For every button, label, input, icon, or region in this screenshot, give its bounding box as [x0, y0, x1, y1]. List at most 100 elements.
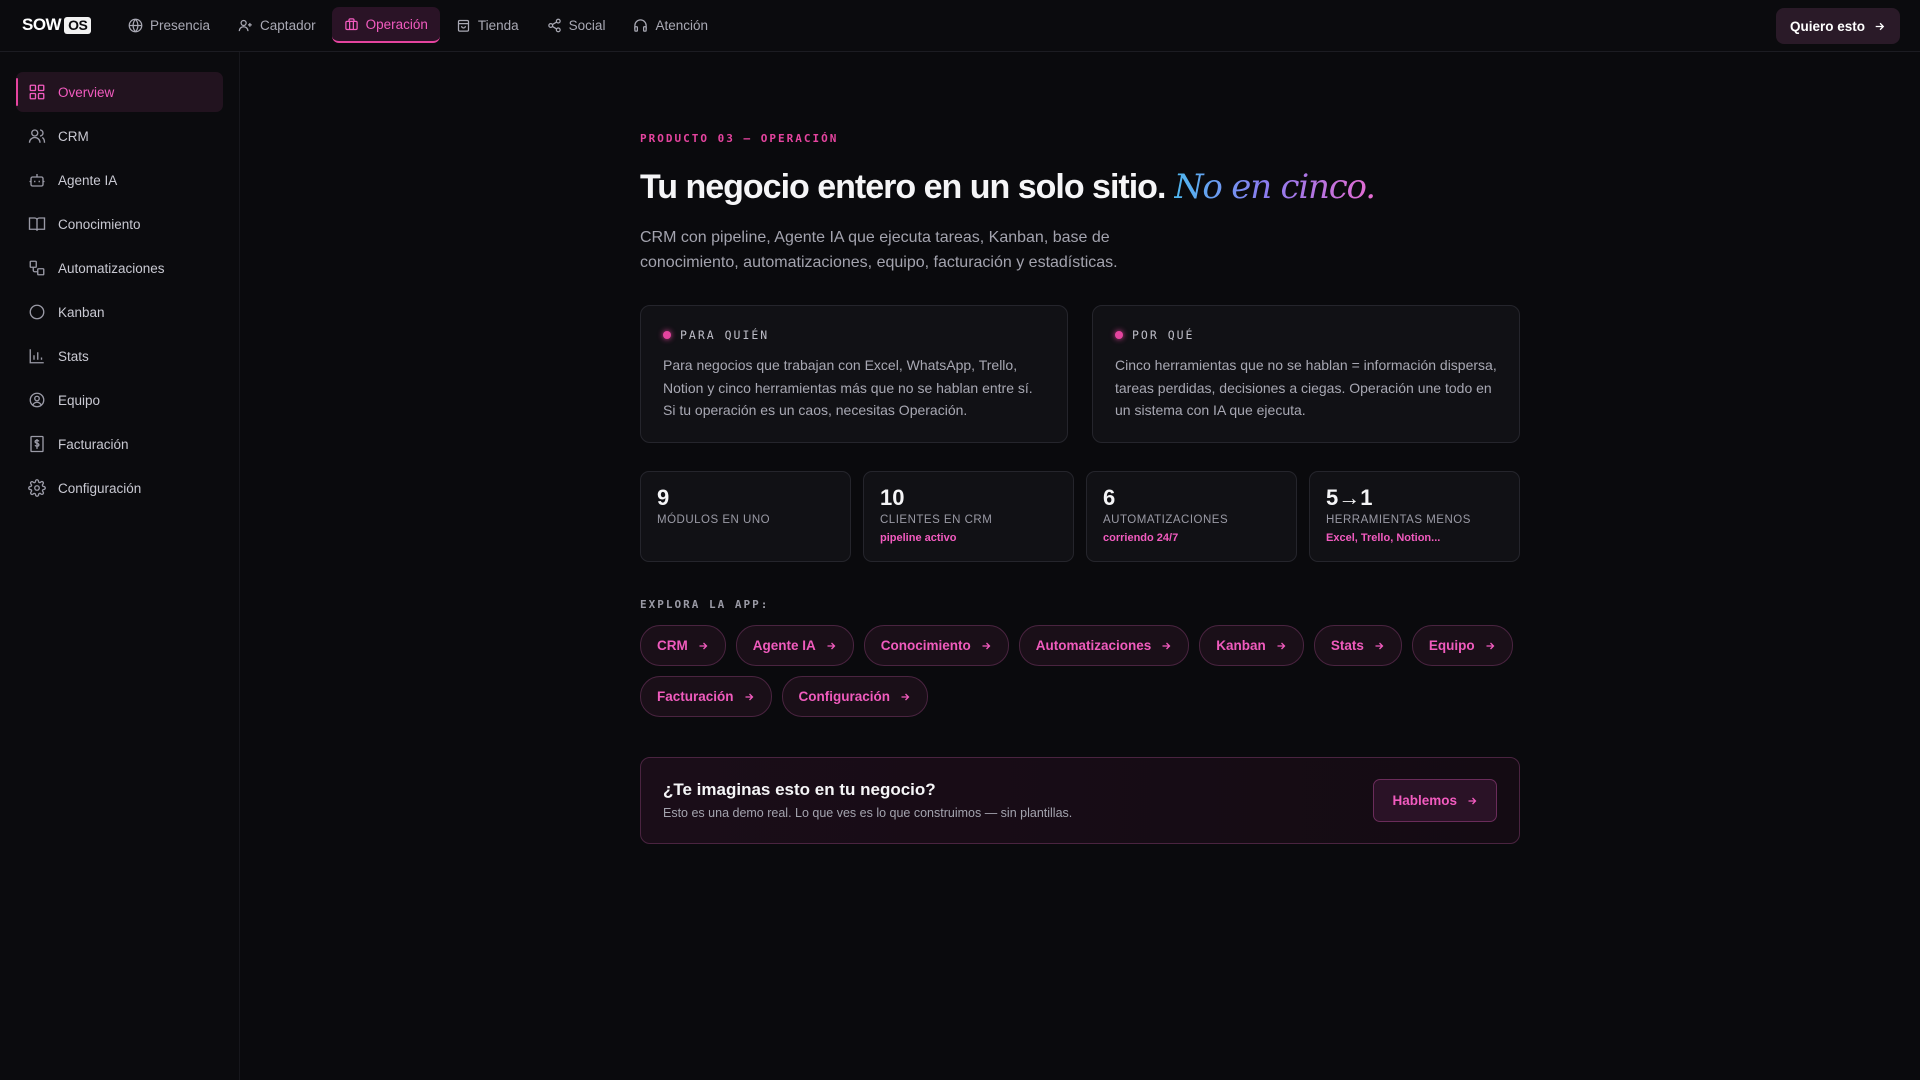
sidebar-item-label: Overview [58, 84, 115, 100]
nav-item-social[interactable]: Social [535, 7, 618, 43]
chip-label: Configuración [798, 689, 891, 704]
hablemos-label: Hablemos [1392, 793, 1457, 808]
shopping-bag-icon [456, 18, 471, 33]
hablemos-button[interactable]: Hablemos [1373, 779, 1497, 822]
arrow-right-icon [1275, 640, 1287, 652]
arrow-right-icon [1466, 795, 1478, 807]
arrow-right-icon [743, 691, 755, 703]
sidebar-item-label: Facturación [58, 436, 129, 452]
nav-item-presencia[interactable]: Presencia [116, 7, 222, 43]
stat-subtext: corriendo 24/7 [1103, 532, 1179, 544]
top-navbar: SOW OS Presencia Captador Operación Tien… [0, 0, 1920, 52]
eyebrow: PRODUCTO 03 — OPERACIÓN [640, 132, 839, 145]
arrow-right-icon [697, 640, 709, 652]
card-header: POR QUÉ [1115, 328, 1497, 342]
sidebar-item-equipo[interactable]: Equipo [16, 380, 223, 420]
stat-subtext: pipeline activo [880, 532, 957, 544]
nav-item-label: Social [568, 17, 606, 33]
chip-label: Kanban [1216, 638, 1266, 653]
arrow-right-icon [980, 640, 992, 652]
chip-label: Stats [1330, 638, 1364, 653]
card-por-que: POR QUÉ Cinco herramientas que no se hab… [1092, 305, 1520, 443]
sidebar-item-label: Agente IA [58, 172, 118, 188]
sidebar-item-overview[interactable]: Overview [16, 72, 223, 112]
circle-icon [28, 303, 46, 321]
logo-text: SOW [22, 15, 62, 34]
logo[interactable]: SOW OS [22, 15, 92, 34]
stat-value: 10 [880, 485, 905, 510]
stat-modulos: 9 MÓDULOS EN UNO [640, 471, 851, 562]
briefcase-icon [344, 17, 359, 32]
sidebar-item-crm[interactable]: CRM [16, 116, 223, 156]
book-icon [28, 215, 46, 233]
sidebar-item-kanban[interactable]: Kanban [16, 292, 223, 332]
chip-facturacion[interactable]: Facturación [640, 676, 772, 717]
sidebar-item-configuracion[interactable]: Configuración [16, 468, 223, 508]
cta-subtitle: Esto es una demo real. Lo que ves es lo … [663, 806, 1073, 820]
explore-chips: CRM Agente IA Conocimiento Automatizacio… [640, 625, 1520, 717]
user-plus-icon [238, 18, 253, 33]
stats-row: 9 MÓDULOS EN UNO 10 CLIENTES EN CRM pipe… [640, 471, 1520, 562]
nav-item-operacion[interactable]: Operación [331, 7, 440, 43]
arrow-right-icon [1373, 640, 1385, 652]
card-header: PARA QUIÉN [663, 328, 1045, 342]
main-content: PRODUCTO 03 — OPERACIÓN Tu negocio enter… [640, 52, 1520, 844]
sidebar-item-label: Automatizaciones [58, 260, 165, 276]
stat-automatizaciones: 6 AUTOMATIZACIONES corriendo 24/7 [1086, 471, 1297, 562]
quiero-esto-button[interactable]: Quiero esto [1775, 8, 1900, 44]
arrow-right-icon [1160, 640, 1172, 652]
cta-title: ¿Te imaginas esto en tu negocio? [663, 780, 936, 799]
chip-stats[interactable]: Stats [1313, 625, 1402, 666]
card-title: POR QUÉ [1132, 328, 1195, 342]
receipt-icon [28, 435, 46, 453]
arrow-right-icon [825, 640, 837, 652]
chip-equipo[interactable]: Equipo [1411, 625, 1513, 666]
nav-item-label: Presencia [150, 17, 211, 33]
chip-conocimiento[interactable]: Conocimiento [863, 625, 1009, 666]
stat-value: 5→1 [1326, 485, 1373, 510]
sidebar-item-facturacion[interactable]: Facturación [16, 424, 223, 464]
sidebar-item-label: CRM [58, 128, 89, 144]
stat-value: 6 [1103, 485, 1116, 510]
card-body: Cinco herramientas que no se hablan = in… [1115, 357, 1497, 418]
workflow-icon [28, 259, 46, 277]
stat-clientes: 10 CLIENTES EN CRM pipeline activo [863, 471, 1074, 562]
sidebar: Overview CRM Agente IA Conocimiento Auto… [0, 52, 240, 1080]
chip-label: Equipo [1428, 638, 1475, 653]
sidebar-item-label: Equipo [58, 392, 101, 408]
arrow-right-icon [1484, 640, 1496, 652]
stat-herramientas: 5→1 HERRAMIENTAS MENOS Excel, Trello, No… [1309, 471, 1520, 562]
stat-label: CLIENTES EN CRM [880, 514, 993, 526]
sidebar-item-automatizaciones[interactable]: Automatizaciones [16, 248, 223, 288]
status-dot [1115, 331, 1123, 339]
bot-icon [28, 171, 46, 189]
stat-subtext: Excel, Trello, Notion... [1326, 532, 1441, 544]
bar-chart-icon [28, 347, 46, 365]
stat-value: 9 [657, 485, 670, 510]
gear-icon [28, 479, 46, 497]
stat-label: HERRAMIENTAS MENOS [1326, 514, 1471, 526]
sidebar-item-conocimiento[interactable]: Conocimiento [16, 204, 223, 244]
chip-crm[interactable]: CRM [640, 625, 726, 666]
lead-paragraph: CRM con pipeline, Agente IA que ejecuta … [640, 229, 1118, 271]
globe-icon [128, 18, 143, 33]
chip-configuracion[interactable]: Configuración [781, 676, 929, 717]
arrow-right-icon [899, 691, 911, 703]
chip-agente-ia[interactable]: Agente IA [735, 625, 854, 666]
sidebar-item-agente-ia[interactable]: Agente IA [16, 160, 223, 200]
card-title: PARA QUIÉN [680, 328, 770, 342]
nav-item-atencion[interactable]: Atención [621, 7, 720, 43]
grid-icon [28, 83, 46, 101]
nav-item-label: Operación [365, 16, 428, 32]
sidebar-item-stats[interactable]: Stats [16, 336, 223, 376]
status-dot [663, 331, 671, 339]
chip-automatizaciones[interactable]: Automatizaciones [1018, 625, 1190, 666]
nav-item-label: Captador [260, 17, 316, 33]
chip-label: CRM [657, 638, 688, 653]
stat-label: MÓDULOS EN UNO [657, 514, 771, 526]
chip-kanban[interactable]: Kanban [1199, 625, 1304, 666]
nav-item-captador[interactable]: Captador [226, 7, 328, 43]
nav-item-label: Atención [655, 17, 708, 33]
page-title-text: Tu negocio entero en un solo sitio. [640, 168, 1166, 206]
nav-item-tienda[interactable]: Tienda [444, 7, 531, 43]
